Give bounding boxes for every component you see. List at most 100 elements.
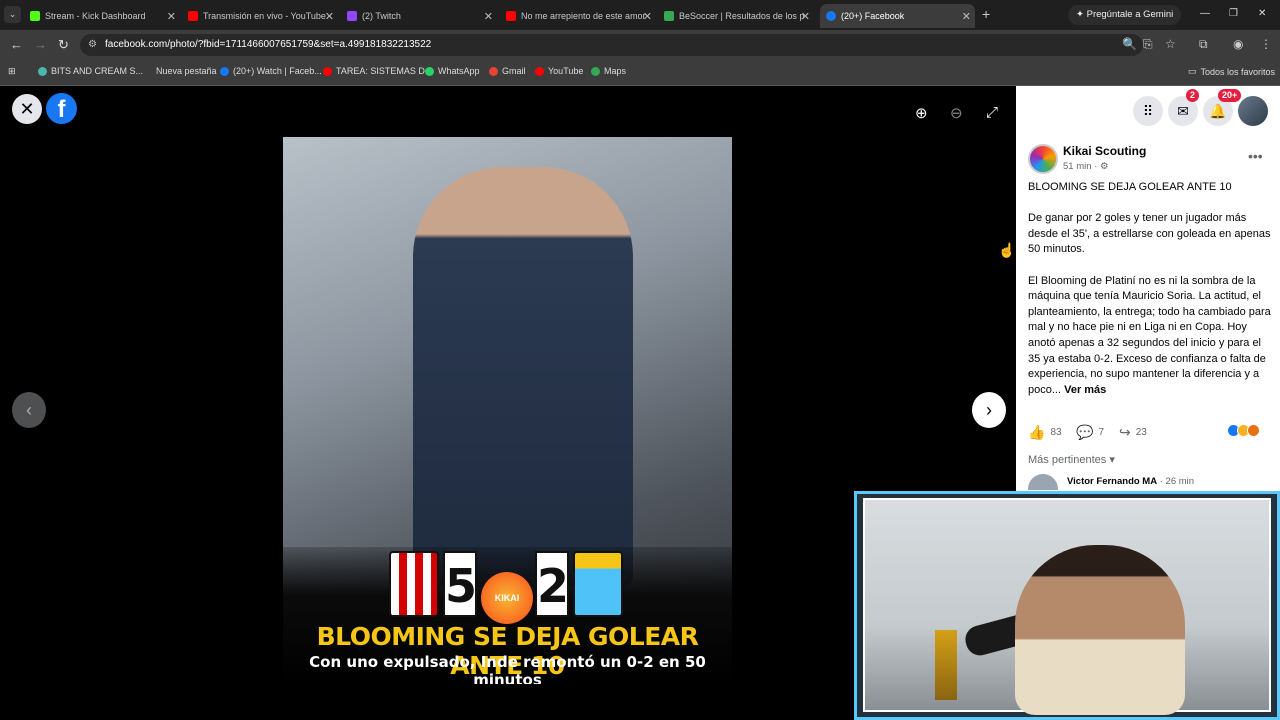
bookmark-label: Gmail	[502, 66, 526, 76]
youtube-icon	[535, 66, 544, 76]
bookmark-label: (20+) Watch | Faceb...	[233, 66, 322, 76]
minimize-icon[interactable]: —	[1200, 8, 1210, 19]
url-bar[interactable]: ⚙ facebook.com/photo/?fbid=1711466007651…	[80, 34, 1143, 56]
bookmark-facebook-watch[interactable]: (20+) Watch | Faceb...	[220, 66, 322, 76]
comment-sort-dropdown[interactable]: Más pertinentes ▾	[1028, 453, 1115, 466]
bookmark-maps[interactable]: Maps	[591, 66, 626, 76]
zoom-in-icon[interactable]: ⊕	[915, 104, 928, 122]
tab-title: BeSoccer | Resultados de los pa	[679, 11, 804, 21]
close-tab-icon[interactable]: ✕	[325, 10, 334, 23]
chevron-down-icon: ▾	[1109, 454, 1115, 466]
bookmark-label: BITS AND CREAM S...	[51, 66, 144, 76]
tab-title: No me arrepiento de este amor	[521, 11, 646, 21]
post-paragraph: El Blooming de Platiní no es ni la sombr…	[1028, 274, 1271, 396]
share-button[interactable]: ↪ 23	[1119, 424, 1147, 441]
bookmarks-bar: ⊞ BITS AND CREAM S... Nueva pestaña (20+…	[0, 60, 1280, 86]
post-title: BLOOMING SE DEJA GOLEAR ANTE 10	[1028, 181, 1232, 193]
url-text: facebook.com/photo/?fbid=171146600765175…	[105, 39, 432, 50]
thumbs-up-icon: 👍	[1028, 424, 1046, 440]
tab-title: (2) Twitch	[362, 11, 401, 21]
tab-twitch[interactable]: (2) Twitch ✕	[347, 4, 497, 28]
profile-icon[interactable]: ◉	[1233, 37, 1243, 51]
close-tab-icon[interactable]: ✕	[801, 10, 810, 23]
tab-youtube-song[interactable]: No me arrepiento de este amor ✕	[506, 4, 656, 28]
tab-kick[interactable]: Stream - Kick Dashboard ✕	[30, 4, 180, 28]
forward-arrow-icon[interactable]: →	[34, 37, 47, 52]
close-tab-icon[interactable]: ✕	[962, 10, 971, 23]
new-tab-button[interactable]: +	[982, 6, 990, 22]
comment-button[interactable]: 💬 7	[1076, 424, 1104, 441]
bookmark-star-icon[interactable]: ☆	[1165, 37, 1176, 51]
youtube-icon	[323, 66, 332, 76]
tab-facebook[interactable]: (20+) Facebook ✕	[820, 4, 975, 28]
comment-count: 7	[1098, 427, 1104, 438]
close-tab-icon[interactable]: ✕	[484, 10, 493, 23]
youtube-icon	[188, 11, 198, 21]
bookmark-tarea[interactable]: TAREA: SISTEMAS D...	[323, 66, 432, 76]
site-info-icon[interactable]: ⚙	[88, 34, 97, 56]
tab-youtube-live[interactable]: Transmisión en vivo - YouTube ✕	[188, 4, 338, 28]
menu-kebab-icon[interactable]: ⋮	[1260, 37, 1272, 51]
bookmark-gmail[interactable]: Gmail	[489, 66, 526, 76]
reload-icon[interactable]: ↻	[58, 37, 69, 53]
page-name[interactable]: Kikai Scouting	[1063, 144, 1146, 158]
sort-label: Más pertinentes	[1028, 454, 1107, 466]
close-window-icon[interactable]: ✕	[1258, 8, 1266, 19]
menu-grid-icon[interactable]: ⠿	[1133, 96, 1163, 126]
zoom-out-icon[interactable]: ⊖	[950, 104, 963, 122]
besoccer-icon	[664, 11, 674, 21]
zoom-icon[interactable]: 🔍	[1122, 37, 1137, 51]
post-timestamp[interactable]: 51 min · ⚙	[1063, 161, 1108, 172]
twitch-icon	[347, 11, 357, 21]
facebook-icon	[826, 11, 836, 21]
independiente-crest	[389, 551, 439, 617]
facebook-icon	[220, 66, 229, 76]
home-score: 5	[443, 551, 477, 617]
webcam-feed	[863, 498, 1271, 715]
restore-icon[interactable]: ❐	[1229, 8, 1238, 19]
cast-icon[interactable]: ⎘	[1143, 37, 1153, 52]
angry-reaction-icon	[1247, 424, 1260, 437]
comment-bubble-icon: 💬	[1076, 424, 1094, 440]
reaction-summary[interactable]	[1227, 424, 1260, 437]
hand-cursor-icon: ☝	[998, 242, 1016, 258]
kick-icon	[30, 11, 40, 21]
post-photo: 5 KIKAI 2 BLOOMING SE DEJA GOLEAR ANTE 1…	[283, 137, 732, 684]
close-viewer-button[interactable]: ✕	[12, 94, 42, 124]
bookmark-nueva-pestana[interactable]: Nueva pestaña	[156, 66, 217, 76]
bookmark-bits-and-cream[interactable]: BITS AND CREAM S...	[38, 66, 143, 76]
away-score: 2	[535, 551, 569, 617]
back-arrow-icon[interactable]: ←	[10, 37, 23, 52]
page-avatar[interactable]	[1028, 144, 1058, 174]
streamer	[1015, 545, 1185, 715]
close-tab-icon[interactable]: ✕	[643, 10, 652, 23]
tab-besoccer[interactable]: BeSoccer | Resultados de los pa ✕	[664, 4, 814, 28]
all-bookmarks-label: Todos los favoritos	[1200, 66, 1276, 77]
see-more-link[interactable]: Ver más	[1064, 384, 1106, 396]
bookmark-label: YouTube	[548, 66, 584, 76]
bookmark-label: Maps	[604, 66, 627, 76]
account-avatar[interactable]	[1238, 96, 1268, 126]
all-bookmarks-button[interactable]: ▭ Todos los favoritos	[1188, 66, 1275, 77]
extensions-icon[interactable]: ⧉	[1199, 37, 1208, 52]
comment-author[interactable]: Victor Fernando MA · 26 min	[1067, 476, 1194, 487]
tab-title: (20+) Facebook	[841, 11, 905, 21]
post-options-icon[interactable]: •••	[1248, 148, 1263, 164]
bookmark-whatsapp[interactable]: WhatsApp	[425, 66, 480, 76]
facebook-logo[interactable]: f	[46, 93, 77, 124]
share-count: 23	[1135, 427, 1147, 438]
apps-grid-icon[interactable]: ⊞	[8, 66, 16, 77]
tab-search-button[interactable]: ⌄	[4, 6, 21, 23]
bookmark-icon	[38, 66, 47, 76]
previous-photo-button[interactable]: ‹	[12, 392, 46, 428]
fullscreen-icon[interactable]: ⤢	[986, 104, 998, 121]
gemini-button[interactable]: ✦ Pregúntale a Gemini	[1068, 5, 1182, 25]
share-arrow-icon: ↪	[1119, 424, 1131, 440]
tab-strip: ⌄ Stream - Kick Dashboard ✕ Transmisión …	[0, 0, 1280, 30]
close-tab-icon[interactable]: ✕	[167, 10, 176, 23]
tab-title: Stream - Kick Dashboard	[45, 11, 146, 21]
next-photo-button[interactable]: ›	[972, 392, 1006, 428]
bookmark-youtube[interactable]: YouTube	[535, 66, 583, 76]
comment-time: · 26 min	[1157, 476, 1195, 487]
like-button[interactable]: 👍 83	[1028, 424, 1062, 441]
